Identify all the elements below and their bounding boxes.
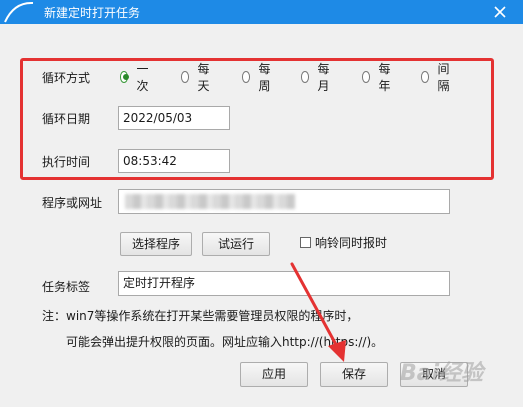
redacted-content	[125, 194, 295, 209]
radio-daily[interactable]: 每天	[181, 62, 213, 93]
cycle-date-label: 循环日期	[42, 112, 91, 126]
radio-weekly[interactable]: 每周	[242, 62, 274, 93]
radio-label: 每天	[197, 62, 210, 93]
radio-dot	[421, 71, 430, 83]
radio-dot	[242, 71, 251, 83]
cycle-date-field[interactable]: 2022/05/03	[118, 106, 230, 130]
note-line-1: 注：win7等操作系统在打开某些需要管理员权限的程序时，	[42, 309, 359, 323]
execute-time-label: 执行时间	[42, 155, 91, 169]
radio-once[interactable]: 一次	[120, 62, 152, 93]
cancel-button[interactable]: 取消	[400, 362, 468, 387]
window-title: 新建定时打开任务	[44, 6, 141, 20]
radio-yearly[interactable]: 每年	[362, 62, 394, 93]
note-line-2: 可能会弹出提升权限的页面。网址应输入http://(https://)。	[66, 335, 384, 349]
radio-dot	[362, 71, 371, 83]
execute-time-field[interactable]: 08:53:42	[118, 149, 230, 173]
test-run-button[interactable]: 试运行	[202, 232, 270, 256]
radio-monthly[interactable]: 每月	[301, 62, 333, 93]
save-button[interactable]: 保存	[320, 362, 388, 387]
program-url-field[interactable]	[118, 189, 450, 214]
radio-label: 一次	[136, 62, 149, 93]
checkbox-box[interactable]	[300, 236, 311, 248]
radio-label: 每周	[258, 62, 271, 93]
radio-interval[interactable]: 间隔	[421, 62, 453, 93]
checkbox-label: 响铃同时报时	[315, 235, 388, 250]
radio-dot	[301, 71, 310, 83]
title-bar: 新建定时打开任务	[0, 0, 523, 24]
radio-label: 间隔	[437, 62, 450, 93]
close-icon[interactable]	[491, 3, 509, 21]
cycle-mode-label: 循环方式	[42, 71, 91, 85]
task-tag-field[interactable]: 定时打开程序	[118, 271, 450, 296]
radio-dot	[120, 71, 130, 83]
select-program-button[interactable]: 选择程序	[120, 232, 192, 256]
radio-label: 每月	[317, 62, 330, 93]
apply-button[interactable]: 应用	[240, 362, 308, 387]
task-tag-label: 任务标签	[42, 280, 91, 294]
radio-dot	[181, 71, 190, 83]
app-logo-icon	[4, 1, 34, 23]
ring-announce-checkbox[interactable]: 响铃同时报时	[300, 234, 387, 250]
program-url-label: 程序或网址	[42, 196, 103, 210]
radio-label: 每年	[378, 62, 391, 93]
